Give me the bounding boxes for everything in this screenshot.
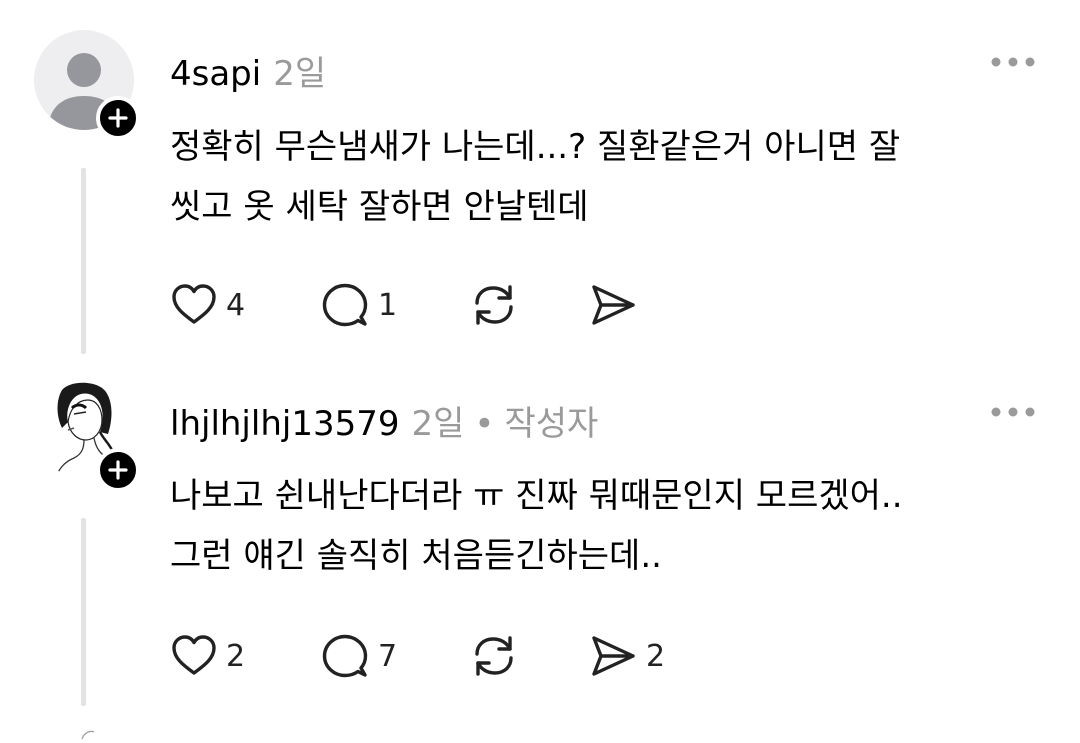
more-options-button[interactable] [990, 400, 1036, 424]
repost-button[interactable] [468, 280, 520, 330]
more-horizontal-icon [991, 407, 1035, 417]
next-comment-avatar-partial [60, 724, 120, 740]
username[interactable]: lhjlhjlhj13579 [170, 404, 399, 444]
send-icon [592, 636, 635, 676]
like-button[interactable]: 2 [170, 631, 245, 681]
like-button[interactable]: 4 [170, 280, 245, 330]
comment-text-line: 씻고 옷 세탁 잘하면 안날텐데 [170, 187, 589, 227]
reply-button[interactable]: 7 [320, 631, 397, 681]
share-button[interactable] [588, 280, 646, 330]
separator-dot: • [474, 404, 495, 444]
timestamp: 2일 [273, 54, 327, 94]
comment-text: 나보고 쉰내난다더라 ㅠ 진짜 뭐때문인지 모르겠어.. 그런 얘긴 솔직히 처… [170, 466, 1040, 586]
comment-bubble-icon [322, 283, 368, 327]
illustration-avatar-icon [81, 730, 95, 740]
action-bar: 2 7 2 [170, 631, 690, 681]
repost-icon [475, 285, 513, 325]
timestamp: 2일 [411, 404, 465, 444]
action-bar: 4 1 [170, 280, 670, 330]
share-button[interactable]: 2 [588, 631, 665, 681]
more-horizontal-icon [991, 57, 1035, 67]
thread-line [81, 518, 86, 706]
like-count: 2 [226, 638, 246, 674]
comment-text-line: 그런 얘긴 솔직히 처음듣긴하는데.. [170, 536, 662, 576]
plus-icon [108, 460, 128, 480]
thread-line [81, 168, 86, 354]
comment-header: 4sapi 2일 [170, 46, 326, 94]
comment-2: lhjlhjlhj13579 2일 • 작성자 나보고 쉰내난다더라 ㅠ 진짜 … [0, 360, 1080, 734]
heart-icon [172, 635, 216, 675]
share-count: 2 [646, 638, 666, 674]
follow-button[interactable] [96, 96, 140, 140]
plus-icon [108, 108, 128, 128]
comment-bubble-icon [322, 634, 368, 678]
like-count: 4 [226, 287, 246, 323]
repost-button[interactable] [468, 631, 520, 681]
repost-icon [475, 636, 513, 676]
comment-text-line: 나보고 쉰내난다더라 ㅠ 진짜 뭐때문인지 모르겠어.. [170, 476, 903, 516]
more-options-button[interactable] [990, 50, 1036, 74]
heart-icon [172, 284, 216, 324]
comment-text: 정확히 무슨냄새가 나는데...? 질환같은거 아니면 잘 씻고 옷 세탁 잘하… [170, 117, 1040, 237]
comment-1: 4sapi 2일 정확히 무슨냄새가 나는데...? 질환같은거 아니면 잘 씻… [0, 0, 1080, 360]
follow-button[interactable] [96, 448, 140, 492]
author-badge: 작성자 [504, 404, 599, 444]
send-icon [592, 285, 635, 325]
reply-count: 7 [378, 638, 398, 674]
comment-text-line: 정확히 무슨냄새가 나는데...? 질환같은거 아니면 잘 [170, 127, 901, 167]
username[interactable]: 4sapi [170, 54, 261, 94]
reply-count: 1 [378, 287, 398, 323]
comment-header: lhjlhjlhj13579 2일 • 작성자 [170, 396, 598, 444]
reply-button[interactable]: 1 [320, 280, 397, 330]
